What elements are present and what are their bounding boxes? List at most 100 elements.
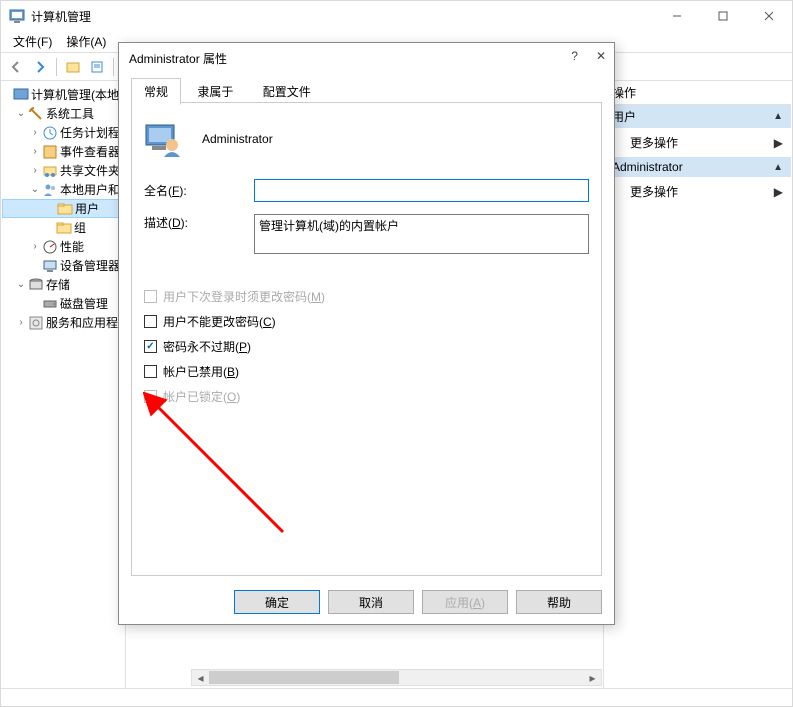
dialog-title-text: Administrator 属性	[129, 50, 227, 67]
tree-label: 计算机管理(本地)	[31, 86, 123, 103]
more-label: 更多操作	[630, 134, 678, 151]
horizontal-scrollbar[interactable]: ◂ ▸	[191, 669, 602, 686]
cannot-change-password-row[interactable]: 用户不能更改密码(C)	[144, 313, 589, 330]
tree-label: 性能	[60, 238, 84, 255]
description-row: 描述(D):	[144, 214, 589, 254]
tree-event-viewer[interactable]: ›事件查看器	[2, 142, 125, 161]
properties-button[interactable]	[86, 56, 108, 78]
forward-button[interactable]	[29, 56, 51, 78]
event-icon	[42, 144, 58, 160]
ok-button[interactable]: 确定	[234, 590, 320, 614]
close-button[interactable]	[746, 1, 792, 31]
maximize-button[interactable]	[700, 1, 746, 31]
tree-local-users[interactable]: ⌄本地用户和	[2, 180, 125, 199]
user-name-display: Administrator	[202, 132, 273, 146]
folder-button[interactable]	[62, 56, 84, 78]
actions-group-admin[interactable]: Administrator ▲	[604, 157, 791, 177]
actions-more-users[interactable]: 更多操作▶	[604, 128, 791, 157]
user-icon	[144, 121, 180, 157]
apply-button[interactable]: 应用(A)	[422, 590, 508, 614]
tree-device-manager[interactable]: ·设备管理器	[2, 256, 125, 275]
scroll-left[interactable]: ◂	[192, 670, 209, 685]
help-button[interactable]: 帮助	[516, 590, 602, 614]
account-disabled-checkbox[interactable]	[144, 365, 157, 378]
tree-label: 磁盘管理	[60, 295, 108, 312]
check-label: 密码永不过期(P)	[163, 338, 251, 355]
dialog-close-button[interactable]: ✕	[596, 49, 606, 63]
menu-action[interactable]: 操作(A)	[60, 31, 112, 52]
dialog-tabs: 常规 隶属于 配置文件	[131, 77, 602, 103]
tree-users[interactable]: ·用户	[2, 199, 125, 218]
disk-icon	[42, 296, 58, 312]
tab-memberof[interactable]: 隶属于	[184, 78, 246, 105]
tree-groups[interactable]: ·组	[2, 218, 125, 237]
tree-system-tools[interactable]: ⌄系统工具	[2, 104, 125, 123]
tree-label: 任务计划程	[60, 124, 120, 141]
actions-group-users[interactable]: 用户 ▲	[604, 105, 791, 128]
tree-label: 共享文件夹	[60, 162, 120, 179]
account-locked-row: 帐户已锁定(O)	[144, 388, 589, 405]
minimize-button[interactable]	[654, 1, 700, 31]
tree-services[interactable]: ›服务和应用程	[2, 313, 125, 332]
separator	[56, 58, 57, 76]
account-disabled-row[interactable]: 帐户已禁用(B)	[144, 363, 589, 380]
tree-disk-mgmt[interactable]: ·磁盘管理	[2, 294, 125, 313]
tree-root[interactable]: ▾计算机管理(本地)	[2, 85, 125, 104]
separator	[113, 58, 114, 76]
computer-icon	[13, 87, 29, 103]
tree-storage[interactable]: ⌄存储	[2, 275, 125, 294]
storage-icon	[28, 277, 44, 293]
password-never-expires-row[interactable]: 密码永不过期(P)	[144, 338, 589, 355]
collapse-icon: ▲	[773, 111, 783, 122]
must-change-password-checkbox	[144, 290, 157, 303]
tree-label: 设备管理器	[60, 257, 120, 274]
scroll-right[interactable]: ▸	[584, 670, 601, 685]
clock-icon	[42, 125, 58, 141]
group-label: 用户	[612, 108, 636, 125]
tab-general[interactable]: 常规	[131, 78, 181, 105]
group-label: Administrator	[612, 160, 683, 174]
perf-icon	[42, 239, 58, 255]
collapse-icon: ▲	[773, 162, 783, 173]
more-label: 更多操作	[630, 183, 678, 200]
tree-performance[interactable]: ›性能	[2, 237, 125, 256]
back-button[interactable]	[5, 56, 27, 78]
password-never-expires-checkbox[interactable]	[144, 340, 157, 353]
tree-shared-folders[interactable]: ›共享文件夹	[2, 161, 125, 180]
titlebar: 计算机管理	[1, 1, 792, 31]
tree-label: 系统工具	[46, 105, 94, 122]
cannot-change-password-checkbox[interactable]	[144, 315, 157, 328]
cancel-button[interactable]: 取消	[328, 590, 414, 614]
app-icon	[9, 8, 25, 24]
actions-more-admin[interactable]: 更多操作▶	[604, 177, 791, 206]
menu-file[interactable]: 文件(F)	[7, 31, 58, 52]
tree-label: 事件查看器	[60, 143, 120, 160]
folder-icon	[57, 201, 73, 217]
users-icon	[42, 182, 58, 198]
shared-icon	[42, 163, 58, 179]
description-label: 描述(D):	[144, 214, 254, 231]
actions-header: 操作	[604, 81, 791, 105]
fullname-input[interactable]	[254, 179, 589, 202]
check-label: 用户不能更改密码(C)	[163, 313, 276, 330]
tree-task-scheduler[interactable]: ›任务计划程	[2, 123, 125, 142]
description-input[interactable]	[254, 214, 589, 254]
tree-panel[interactable]: ▾计算机管理(本地) ⌄系统工具 ›任务计划程 ›事件查看器 ›共享文件夹 ⌄本…	[2, 81, 126, 688]
tab-profile[interactable]: 配置文件	[250, 78, 324, 105]
dialog-buttons: 确定 取消 应用(A) 帮助	[234, 590, 602, 614]
check-label: 帐户已锁定(O)	[163, 388, 240, 405]
user-header: Administrator	[144, 121, 589, 157]
check-label: 用户下次登录时须更改密码(M)	[163, 288, 325, 305]
window-title: 计算机管理	[31, 8, 91, 25]
help-button[interactable]: ?	[571, 49, 578, 63]
properties-dialog: Administrator 属性 ? ✕ 常规 隶属于 配置文件 Adminis…	[118, 42, 615, 625]
window-controls	[654, 1, 792, 31]
status-bar	[1, 688, 792, 706]
folder-icon	[56, 220, 72, 236]
must-change-password-row: 用户下次登录时须更改密码(M)	[144, 288, 589, 305]
check-label: 帐户已禁用(B)	[163, 363, 239, 380]
scroll-thumb[interactable]	[209, 671, 399, 684]
dialog-titlebar: Administrator 属性 ? ✕	[119, 43, 614, 73]
tree-label: 存储	[46, 276, 70, 293]
tree-label: 服务和应用程	[46, 314, 118, 331]
